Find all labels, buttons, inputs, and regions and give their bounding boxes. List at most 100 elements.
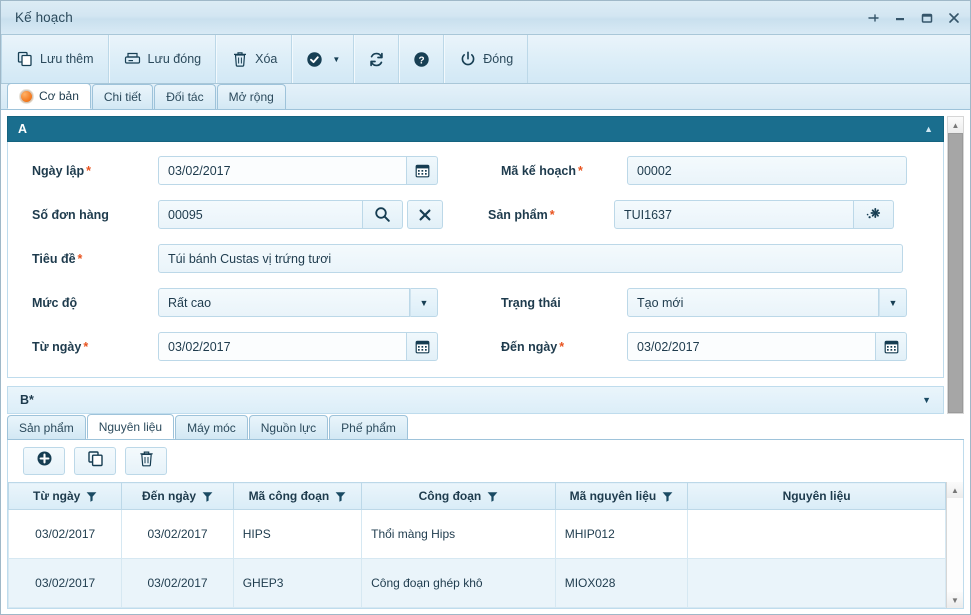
subtab-nguon-luc[interactable]: Nguồn lực — [248, 415, 329, 439]
trang-thai-select[interactable]: Tạo mới ▼ — [627, 288, 907, 317]
tu-ngay-field[interactable]: 03/02/2017 — [158, 332, 438, 361]
chevron-down-icon[interactable]: ▼ — [410, 288, 438, 317]
filter-icon[interactable] — [335, 491, 346, 502]
subtab-phe-pham[interactable]: Phế phẩm — [329, 415, 408, 439]
tab-chi-tiet[interactable]: Chi tiết — [91, 84, 154, 109]
muc-do-select[interactable]: Rất cao ▼ — [158, 288, 438, 317]
section-b-header[interactable]: B* ▼ — [7, 386, 944, 414]
tab-doi-tac-label: Đối tác — [166, 90, 204, 104]
grid-container: Từ ngày Đến ngày Mã công đoạn Công đoạn … — [7, 440, 964, 609]
trang-thai-value[interactable]: Tạo mới — [627, 288, 879, 317]
ngay-lap-input[interactable]: 03/02/2017 — [158, 156, 407, 185]
so-don-hang-input[interactable]: 00095 — [158, 200, 363, 229]
window-controls — [865, 1, 962, 34]
save-add-button[interactable]: Lưu thêm — [1, 35, 109, 83]
section-a-title: A — [18, 122, 28, 136]
section-b-title: B* — [20, 393, 34, 407]
scroll-up-arrow-icon[interactable]: ▲ — [947, 482, 963, 498]
ngay-lap-field[interactable]: 03/02/2017 — [158, 156, 438, 185]
tab-doi-tac[interactable]: Đối tác — [154, 84, 216, 109]
trash-icon — [139, 450, 154, 472]
approve-button[interactable]: ▼ — [292, 35, 355, 83]
filter-icon[interactable] — [202, 491, 213, 502]
form-panel-wrapper: A ▲ Ngày lập * 03/02/2017 Mã kế hoạch * … — [7, 116, 964, 414]
refresh-button[interactable] — [354, 35, 400, 83]
clear-icon[interactable] — [407, 200, 443, 229]
calendar-icon[interactable] — [876, 332, 907, 361]
cell-ma-nguyen-lieu: MHIP012 — [554, 509, 689, 559]
san-pham-input[interactable]: TUI1637 — [614, 200, 854, 229]
subtab-san-pham[interactable]: Sản phẩm — [7, 415, 86, 439]
save-close-label: Lưu đóng — [147, 52, 202, 66]
delete-button[interactable]: Xóa — [216, 35, 293, 83]
tab-mo-rong[interactable]: Mở rộng — [216, 84, 286, 109]
chevron-down-icon[interactable]: ▼ — [879, 288, 907, 317]
delete-row-button[interactable] — [125, 447, 167, 475]
tu-ngay-input[interactable]: 03/02/2017 — [158, 332, 407, 361]
form-scrollbar[interactable]: ▲ — [947, 116, 964, 414]
search-icon[interactable] — [363, 200, 403, 229]
scroll-up-arrow-icon[interactable]: ▲ — [948, 117, 963, 133]
subtab-may-moc[interactable]: Máy móc — [175, 415, 248, 439]
scroll-down-arrow-icon[interactable]: ▼ — [947, 592, 963, 608]
tieu-de-label: Tiêu đề * — [32, 251, 83, 266]
table-row[interactable]: 03/02/2017 03/02/2017 GHEP3 Công đoạn gh… — [7, 558, 946, 608]
filter-icon[interactable] — [487, 491, 498, 502]
column-header-cong-doan[interactable]: Công đoạn — [361, 482, 556, 510]
table-header-row: Từ ngày Đến ngày Mã công đoạn Công đoạn … — [7, 482, 946, 510]
subtab-nguyen-lieu[interactable]: Nguyên liệu — [86, 414, 175, 439]
delete-label: Xóa — [255, 52, 278, 66]
pin-icon[interactable] — [865, 10, 881, 26]
grid-scroll-region: Từ ngày Đến ngày Mã công đoạn Công đoạn … — [7, 482, 963, 608]
ma-ke-hoach-label: Mã kế hoạch * — [501, 163, 583, 178]
column-header-ma-cong-doan[interactable]: Mã công đoạn — [232, 482, 363, 510]
calendar-icon[interactable] — [407, 332, 438, 361]
add-row-button[interactable] — [23, 447, 65, 475]
column-header-den-ngay[interactable]: Đến ngày — [121, 482, 234, 510]
detail-grid-area: Sản phẩm Nguyên liệu Máy móc Nguồn lực P… — [1, 414, 970, 614]
so-don-hang-field[interactable]: 00095 — [158, 200, 443, 229]
save-close-button[interactable]: Lưu đóng — [108, 35, 217, 83]
cell-cong-doan: Thổi màng Hips — [361, 509, 556, 559]
tab-co-ban[interactable]: Cơ bản — [7, 83, 91, 109]
table-row[interactable]: 03/02/2017 03/02/2017 HIPS Thổi màng Hip… — [7, 509, 946, 559]
chevron-down-icon[interactable]: ▼ — [922, 395, 931, 405]
form-row-3: Tiêu đề * Túi bánh Custas vị trứng tươi — [8, 244, 943, 273]
plan-window: Kế hoạch Lưu thêm Lưu đóng Xóa ▼ ? Đóng … — [0, 0, 971, 615]
trang-thai-label: Trạng thái — [501, 295, 561, 310]
den-ngay-field[interactable]: 03/02/2017 — [627, 332, 907, 361]
cell-cong-doan: Công đoạn ghép khô — [361, 558, 556, 608]
tieu-de-input[interactable]: Túi bánh Custas vị trứng tươi — [158, 244, 903, 273]
check-circle-icon — [306, 51, 323, 68]
ma-ke-hoach-input[interactable]: 00002 — [627, 156, 907, 185]
column-header-nguyen-lieu[interactable]: Nguyên liệu — [687, 482, 946, 510]
maximize-icon[interactable] — [919, 10, 935, 26]
grid-scrollbar[interactable]: ▲ ▼ — [946, 482, 963, 608]
filter-icon[interactable] — [86, 491, 97, 502]
calendar-icon[interactable] — [407, 156, 438, 185]
den-ngay-input[interactable]: 03/02/2017 — [627, 332, 876, 361]
help-button[interactable]: ? — [399, 35, 445, 83]
cell-tu-ngay: 03/02/2017 — [7, 509, 123, 559]
den-ngay-label: Đến ngày * — [501, 339, 565, 354]
muc-do-value[interactable]: Rất cao — [158, 288, 410, 317]
san-pham-field[interactable]: TUI1637 — [614, 200, 894, 229]
filter-icon[interactable] — [662, 491, 673, 502]
section-a-header[interactable]: A ▲ — [7, 116, 944, 142]
close-form-button[interactable]: Đóng — [444, 35, 529, 83]
muc-do-label: Mức độ — [32, 295, 78, 310]
cell-ma-nguyen-lieu: MIOX028 — [554, 558, 689, 608]
san-pham-label: Sản phẩm * — [488, 207, 555, 222]
column-header-tu-ngay[interactable]: Từ ngày — [7, 482, 123, 510]
chevron-down-icon[interactable]: ▼ — [332, 55, 340, 64]
form-panel: A ▲ Ngày lập * 03/02/2017 Mã kế hoạch * … — [7, 116, 944, 414]
close-icon[interactable] — [946, 10, 962, 26]
chevron-up-icon[interactable]: ▲ — [924, 124, 933, 134]
copy-row-button[interactable] — [74, 447, 116, 475]
tab-co-ban-label: Cơ bản — [39, 89, 79, 103]
tu-ngay-label: Từ ngày * — [32, 339, 89, 354]
minimize-icon[interactable] — [892, 10, 908, 26]
scroll-thumb[interactable] — [948, 133, 963, 413]
settings-gear-icon[interactable] — [854, 200, 894, 229]
column-header-ma-nguyen-lieu[interactable]: Mã nguyên liệu — [554, 482, 689, 510]
